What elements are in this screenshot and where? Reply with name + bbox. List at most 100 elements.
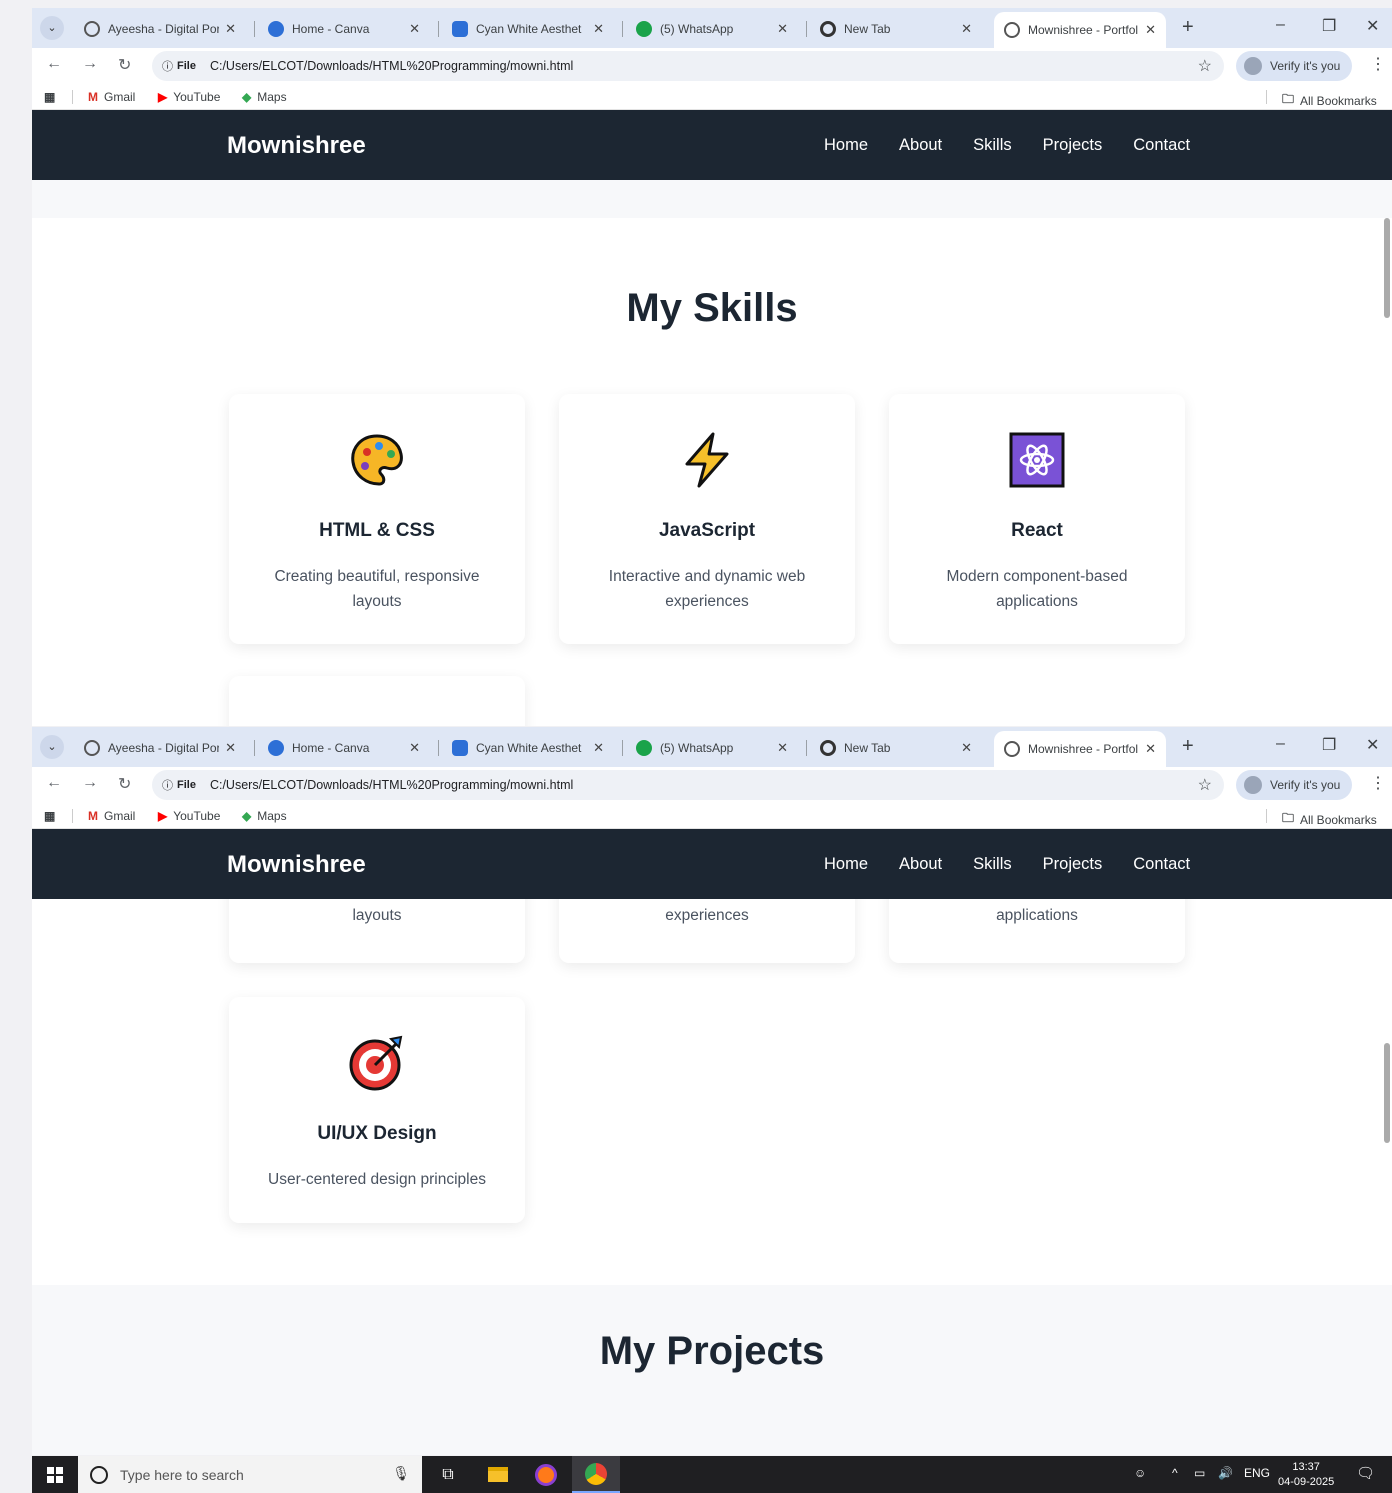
clock-date: 04-09-2025 [1278, 1476, 1335, 1488]
chat-icon [452, 21, 468, 37]
back-button[interactable]: ← [46, 774, 62, 792]
close-icon[interactable]: ✕ [409, 21, 420, 37]
back-button[interactable]: ← [46, 55, 62, 73]
close-icon[interactable]: ✕ [225, 740, 236, 756]
close-icon[interactable]: ✕ [225, 21, 236, 37]
close-icon[interactable]: ✕ [961, 740, 972, 756]
tab-whatsapp[interactable]: (5) WhatsApp ✕ [626, 14, 798, 44]
address-bar[interactable]: ⓘ File C:/Users/ELCOT/Downloads/HTML%20P… [152, 51, 1224, 81]
tab-cyan-white[interactable]: Cyan White Aesthet ✕ [442, 733, 614, 763]
url-text[interactable]: C:/Users/ELCOT/Downloads/HTML%20Programm… [210, 778, 573, 792]
bookmark-youtube[interactable]: ▶ YouTube [158, 90, 220, 104]
close-icon[interactable]: ✕ [593, 21, 604, 37]
bookmark-gmail[interactable]: M Gmail [88, 809, 135, 823]
restore-button[interactable]: ❐ [1322, 16, 1336, 36]
start-button[interactable] [32, 1456, 78, 1493]
tab-canva[interactable]: Home - Canva ✕ [258, 14, 430, 44]
nav-skills[interactable]: Skills [973, 855, 1012, 874]
close-window-button[interactable]: ✕ [1366, 16, 1379, 36]
taskbar-search[interactable]: Type here to search 🎙 [78, 1456, 422, 1493]
tab-search-button[interactable]: ⌄ [40, 735, 64, 759]
chrome-taskbar-icon[interactable] [572, 1456, 620, 1493]
new-tab-button[interactable]: + [1182, 735, 1194, 758]
palette-icon [351, 434, 403, 486]
bookmark-star-icon[interactable]: ☆ [1198, 775, 1212, 795]
close-window-button[interactable]: ✕ [1366, 735, 1379, 755]
close-icon[interactable]: ✕ [961, 21, 972, 37]
site-logo[interactable]: Mownishree [227, 851, 366, 879]
tab-cyan-white[interactable]: Cyan White Aesthet ✕ [442, 14, 614, 44]
scrollbar[interactable] [1384, 1043, 1390, 1143]
tab-mownishree[interactable]: Mownishree - Portfol ✕ [994, 12, 1166, 48]
tab-new-tab[interactable]: New Tab ✕ [810, 14, 982, 44]
all-bookmarks[interactable]: 🗀 All Bookmarks [1282, 809, 1377, 830]
tab-ayeesha[interactable]: Ayeesha - Digital Por ✕ [74, 14, 246, 44]
nav-projects[interactable]: Projects [1043, 136, 1103, 155]
chrome-icon [820, 740, 836, 756]
tab-canva[interactable]: Home - Canva ✕ [258, 733, 430, 763]
tab-ayeesha[interactable]: Ayeesha - Digital Por ✕ [74, 733, 246, 763]
site-logo[interactable]: Mownishree [227, 132, 366, 160]
chevron-up-icon[interactable]: ^ [1172, 1466, 1178, 1480]
tab-search-button[interactable]: ⌄ [40, 16, 64, 40]
more-menu-icon[interactable]: ⋮ [1370, 773, 1386, 793]
info-icon[interactable]: ⓘ [162, 58, 173, 74]
forward-button[interactable]: → [82, 774, 98, 792]
clock[interactable]: 13:37 04-09-2025 [1278, 1460, 1334, 1490]
tab-strip: ⌄ Ayeesha - Digital Por ✕ Home - Canva ✕ C… [32, 727, 1392, 767]
nav-skills[interactable]: Skills [973, 136, 1012, 155]
verify-profile-button[interactable]: Verify it's you [1236, 770, 1352, 800]
tab-mownishree[interactable]: Mownishree - Portfol ✕ [994, 731, 1166, 767]
minimize-button[interactable]: – [1276, 16, 1285, 34]
close-icon[interactable]: ✕ [777, 21, 788, 37]
reload-button[interactable]: ↻ [118, 55, 131, 75]
bookmark-maps[interactable]: ◆ Maps [242, 809, 287, 823]
nav-contact[interactable]: Contact [1133, 855, 1190, 874]
close-icon[interactable]: ✕ [1145, 22, 1156, 38]
restore-button[interactable]: ❐ [1322, 735, 1336, 755]
verify-profile-button[interactable]: Verify it's you [1236, 51, 1352, 81]
address-bar[interactable]: ⓘ File C:/Users/ELCOT/Downloads/HTML%20P… [152, 770, 1224, 800]
url-text[interactable]: C:/Users/ELCOT/Downloads/HTML%20Programm… [210, 59, 573, 73]
reload-button[interactable]: ↻ [118, 774, 131, 794]
notification-icon[interactable]: 🗨 [1356, 1464, 1375, 1482]
all-bookmarks[interactable]: 🗀 All Bookmarks [1282, 90, 1377, 111]
minimize-button[interactable]: – [1276, 735, 1285, 753]
nav-projects[interactable]: Projects [1043, 855, 1103, 874]
scrollbar[interactable] [1384, 218, 1390, 318]
close-icon[interactable]: ✕ [777, 740, 788, 756]
close-icon[interactable]: ✕ [1145, 741, 1156, 757]
info-icon[interactable]: ⓘ [162, 777, 173, 793]
bookmark-gmail[interactable]: M Gmail [88, 90, 135, 104]
language-indicator[interactable]: ENG [1244, 1466, 1270, 1480]
firefox-icon[interactable] [522, 1456, 570, 1493]
apps-icon[interactable]: ▦ [44, 90, 61, 104]
task-view-icon[interactable]: ⧉ [424, 1456, 472, 1493]
bookmark-label: YouTube [173, 809, 221, 823]
skill-card: UI/UX Design User-centered design princi… [229, 997, 525, 1223]
verify-label: Verify it's you [1270, 778, 1341, 792]
nav-home[interactable]: Home [824, 136, 868, 155]
volume-icon[interactable]: 🔊 [1218, 1466, 1233, 1480]
battery-icon[interactable]: ▭ [1194, 1466, 1205, 1480]
tab-title: (5) WhatsApp [660, 22, 734, 36]
bookmark-star-icon[interactable]: ☆ [1198, 56, 1212, 76]
nav-home[interactable]: Home [824, 855, 868, 874]
tab-whatsapp[interactable]: (5) WhatsApp ✕ [626, 733, 798, 763]
bookmark-youtube[interactable]: ▶ YouTube [158, 809, 220, 823]
forward-button[interactable]: → [82, 55, 98, 73]
microphone-icon[interactable]: 🎙 [392, 1465, 410, 1482]
more-menu-icon[interactable]: ⋮ [1370, 54, 1386, 74]
nav-about[interactable]: About [899, 855, 942, 874]
apps-icon[interactable]: ▦ [44, 809, 61, 823]
nav-about[interactable]: About [899, 136, 942, 155]
close-icon[interactable]: ✕ [593, 740, 604, 756]
close-icon[interactable]: ✕ [409, 740, 420, 756]
tab-new-tab[interactable]: New Tab ✕ [810, 733, 982, 763]
bookmark-maps[interactable]: ◆ Maps [242, 90, 287, 104]
people-icon[interactable]: ☺ [1134, 1466, 1146, 1480]
tab-title: New Tab [844, 741, 891, 755]
file-explorer-icon[interactable] [474, 1456, 522, 1493]
nav-contact[interactable]: Contact [1133, 136, 1190, 155]
new-tab-button[interactable]: + [1182, 16, 1194, 39]
